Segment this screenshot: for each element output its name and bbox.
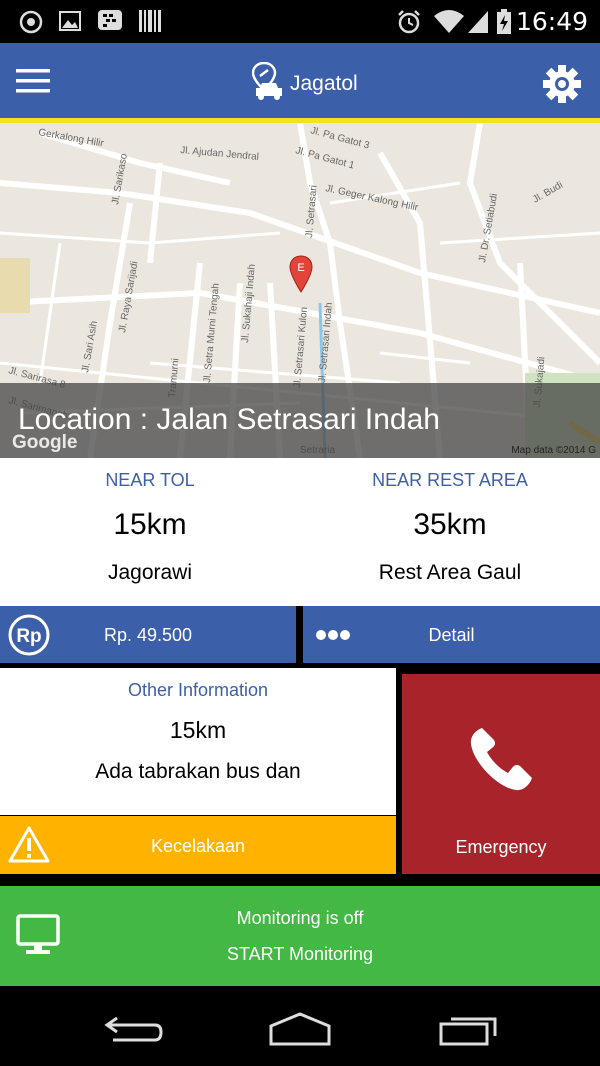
svg-text:Jl. Setrasari: Jl. Setrasari: [304, 185, 320, 239]
svg-text:Jl. Budi: Jl. Budi: [531, 180, 565, 206]
home-icon[interactable]: [268, 1012, 332, 1051]
app-bar: Jagatol: [0, 43, 600, 123]
near-rest-label: NEAR REST AREA: [372, 470, 528, 490]
alarm-icon: [396, 9, 422, 40]
other-info-description: Ada tabrakan bus dan: [95, 760, 301, 783]
menu-icon[interactable]: [16, 67, 50, 100]
monitoring-status: Monitoring is off: [236, 908, 364, 928]
emergency-button[interactable]: Emergency: [402, 674, 600, 874]
other-info-distance: 15km: [169, 717, 227, 743]
image-icon: [58, 9, 82, 38]
incident-label: Kecelakaan: [150, 836, 246, 856]
near-tol-label: NEAR TOL: [105, 470, 195, 490]
barcode-icon: [138, 9, 162, 38]
map-view[interactable]: Gerkalong Hilir Jl. Ajudan Jendral Jl. P…: [0, 123, 600, 458]
location-text: Location : Jalan Setrasari Indah: [18, 403, 440, 436]
signal-icon: [466, 9, 490, 40]
incident-button[interactable]: Kecelakaan: [0, 816, 396, 874]
near-rest-distance: 35km: [413, 508, 487, 541]
other-information: Other Information 15km Ada tabrakan bus …: [0, 668, 396, 815]
svg-text:Gerkalong Hilir: Gerkalong Hilir: [37, 127, 105, 149]
status-bar: 16:49: [0, 0, 600, 43]
app-logo-icon: [251, 61, 286, 109]
google-logo: Google: [12, 432, 78, 453]
status-time: 16:49: [515, 7, 588, 36]
bbm-icon: [97, 9, 123, 38]
detail-button[interactable]: Detail: [303, 606, 600, 663]
back-icon[interactable]: [103, 1014, 163, 1049]
monitoring-button[interactable]: Monitoring is off START Monitoring: [0, 886, 600, 986]
location-overlay: Location : Jalan Setrasari Indah Google …: [0, 383, 600, 458]
map-marker-icon[interactable]: E: [289, 255, 313, 298]
near-rest-area: NEAR REST AREA 35km Rest Area Gaul: [300, 458, 600, 606]
map-credit: Map data ©2014 G: [511, 445, 596, 456]
price-button[interactable]: Rp Rp. 49.500: [0, 606, 296, 663]
wifi-icon: [434, 9, 464, 40]
sync-icon: [18, 9, 44, 40]
app-title: Jagatol: [290, 72, 358, 95]
svg-text:Jl. Sari Asih: Jl. Sari Asih: [80, 320, 100, 373]
phone-icon: [468, 726, 534, 797]
other-info-title: Other Information: [127, 680, 269, 700]
svg-text:Jl. Ajudan Jendral: Jl. Ajudan Jendral: [180, 145, 260, 163]
settings-gear-icon[interactable]: [542, 64, 582, 109]
svg-text:Jl. Sarikaso: Jl. Sarikaso: [110, 152, 130, 205]
system-nav-bar: [0, 986, 600, 1066]
near-tol-distance: 15km: [113, 508, 187, 541]
monitoring-action: START Monitoring: [226, 944, 374, 964]
near-tol-name: Jagorawi: [107, 561, 193, 584]
near-tol: NEAR TOL 15km Jagorawi: [0, 458, 300, 606]
near-rest-name: Rest Area Gaul: [378, 561, 522, 584]
emergency-label: Emergency: [455, 837, 547, 857]
svg-text:Jl. Pa Gatot 3: Jl. Pa Gatot 3: [309, 125, 371, 151]
detail-label: Detail: [428, 625, 475, 645]
recent-apps-icon[interactable]: [439, 1014, 499, 1051]
svg-text:E: E: [297, 262, 304, 274]
nearby-info: NEAR TOL 15km Jagorawi NEAR REST AREA 35…: [0, 458, 600, 606]
battery-charging-icon: [496, 9, 512, 40]
price-label: Rp. 49.500: [103, 625, 193, 645]
